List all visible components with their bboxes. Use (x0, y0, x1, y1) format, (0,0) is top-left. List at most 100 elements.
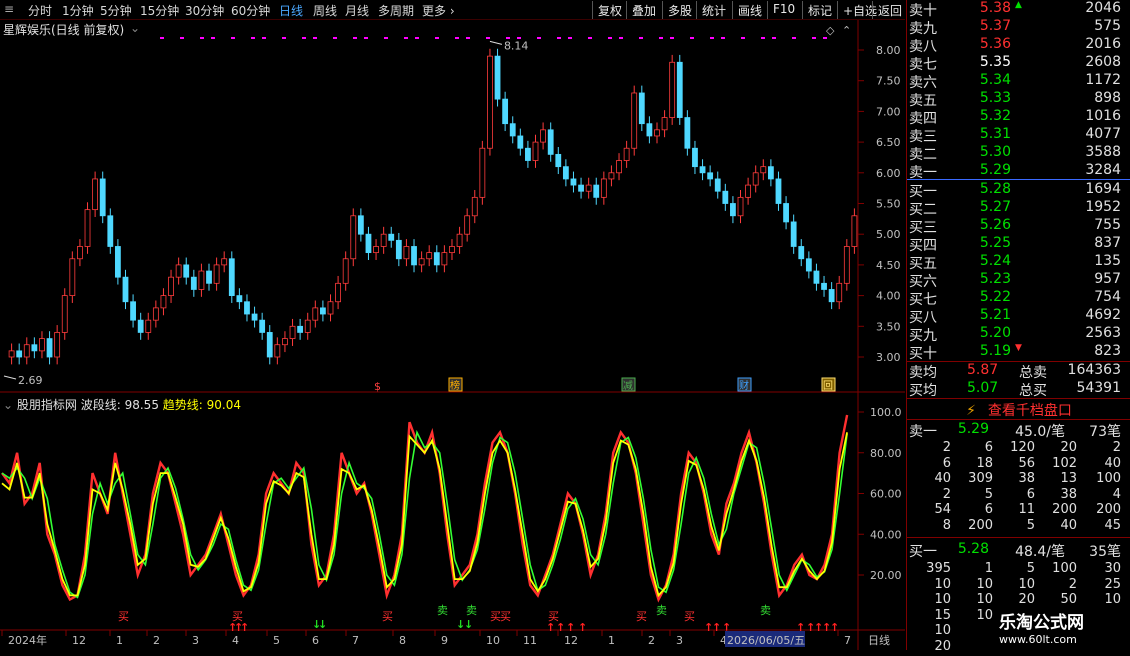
ask-row-2[interactable]: 卖八 5.36 2016 (907, 36, 1130, 55)
ask-row-1-volume: 575 (1094, 18, 1121, 34)
toolbar-button-6[interactable]: 标记 (802, 1, 837, 19)
candle-body (266, 332, 273, 358)
signal-dot (455, 37, 459, 39)
candle-body (464, 215, 471, 235)
ask-row-5-volume: 898 (1094, 90, 1121, 106)
candle-body (585, 184, 592, 192)
ask-row-8[interactable]: 卖二 5.30 3588 (907, 144, 1130, 163)
ask-row-4[interactable]: 卖六 5.34 1172 (907, 72, 1130, 91)
ind-tick-label: 20.00 (870, 569, 902, 582)
candle-body (767, 166, 774, 180)
period-tab-4[interactable]: 30分钟 (185, 2, 224, 19)
candle-body (403, 246, 410, 260)
ask-row-0[interactable]: 卖十 5.38 2046 ▲ (907, 0, 1130, 19)
buy-detail-row-2: 10 10 20 50 10 (907, 592, 1130, 609)
period-tab-9[interactable]: 多周期 (378, 2, 414, 19)
bid-row-5[interactable]: 买六 5.23 957 (907, 271, 1130, 290)
period-tab-8[interactable]: 月线 (345, 2, 369, 19)
candle-body (692, 147, 698, 168)
bid-row-6[interactable]: 买七 5.22 754 (907, 289, 1130, 308)
up-flag-icon: ▲ (1015, 0, 1022, 10)
indicator-dropdown-icon[interactable]: ⌄ (3, 398, 17, 412)
buy-signal-7: 买 (684, 610, 695, 623)
period-tab-7[interactable]: 周线 (313, 2, 337, 19)
time-label-6: 5 (273, 634, 280, 647)
signal-dot (619, 37, 623, 39)
toolbar-button-3[interactable]: 统计 (696, 1, 731, 19)
up-arrow-5: ↑ (566, 621, 575, 634)
buy-detail-cell: 20 (934, 638, 951, 654)
toolbar-button-5[interactable]: F10 (767, 1, 800, 19)
candle-body (532, 141, 539, 161)
price-tick-label: 3.00 (876, 351, 901, 364)
bid-row-7[interactable]: 买八 5.21 4692 (907, 307, 1130, 326)
period-tab-1[interactable]: 1分钟 (62, 2, 94, 19)
bid-row-1[interactable]: 买二 5.27 1952 (907, 199, 1130, 218)
chart-area[interactable]: 8.00 7.50 7.00 6.50 6.00 5.50 5.00 4.50 4.00 3.50… (0, 20, 905, 650)
time-label-18: 2026/06/05/五 (727, 634, 805, 647)
bid-row-9[interactable]: 买十 5.19 823 ▼ (907, 343, 1130, 362)
chart-title: 星辉娱乐(日线 前复权) (3, 23, 125, 37)
bid-row-4-volume: 135 (1094, 253, 1121, 269)
toolbar-button-0[interactable]: 复权 (592, 1, 627, 19)
toolbar-button-4[interactable]: 画线 (732, 1, 767, 19)
bid-row-0[interactable]: 买一 5.28 1694 (907, 181, 1130, 200)
candle-body (259, 319, 266, 333)
period-tab-5[interactable]: 60分钟 (231, 2, 270, 19)
candle-body (699, 166, 706, 174)
time-label-13: 12 (564, 634, 578, 647)
ask-row-7[interactable]: 卖三 5.31 4077 (907, 126, 1130, 145)
candle-body (365, 233, 372, 254)
signal-dot (690, 37, 694, 39)
up-arrow-6: ↑ (578, 621, 587, 634)
signal-dot (670, 37, 674, 39)
buy-detail-row-1: 10 10 10 2 25 (907, 577, 1130, 594)
bid-row-3[interactable]: 买四 5.25 837 (907, 235, 1130, 254)
period-tab-10[interactable]: 更多 › (422, 2, 455, 19)
bid-row-1-volume: 1952 (1085, 199, 1121, 215)
candle-body (517, 135, 524, 149)
avg-sell-row-total: 164363 (1067, 362, 1121, 378)
ask-row-4-volume: 1172 (1085, 72, 1121, 88)
bid-row-8[interactable]: 买九 5.20 2563 (907, 325, 1130, 344)
toolbar-button-2[interactable]: 多股 (662, 1, 697, 19)
period-tab-6[interactable]: 日线 (279, 2, 303, 19)
ask-row-1[interactable]: 卖九 5.37 575 (907, 18, 1130, 37)
time-label-3: 2 (153, 634, 160, 647)
ask-row-5[interactable]: 卖五 5.33 898 (907, 90, 1130, 109)
ask-row-6[interactable]: 卖四 5.32 1016 (907, 108, 1130, 127)
candle-body (411, 246, 417, 266)
candle-body (357, 215, 364, 235)
period-tab-2[interactable]: 5分钟 (100, 2, 132, 19)
toolbar-button-1[interactable]: 叠加 (626, 1, 661, 19)
candle-body (31, 344, 38, 352)
signal-dot (262, 37, 266, 39)
candle-body (730, 203, 736, 217)
candle-body (77, 246, 83, 260)
period-tab-3[interactable]: 15分钟 (140, 2, 179, 19)
sell-detail-cell: 40 (1104, 455, 1121, 471)
time-label-5: 4 (232, 634, 239, 647)
watermark: 乐淘公式网 www.60lt.com (995, 608, 1130, 650)
signal-dot (200, 37, 204, 39)
ask-row-9[interactable]: 卖一 5.29 3284 (907, 162, 1130, 181)
menu-icon[interactable]: ≡ (4, 2, 14, 16)
low-label: 2.69 (18, 374, 43, 387)
candle-body (373, 246, 379, 254)
bid-row-2[interactable]: 买三 5.26 755 (907, 217, 1130, 236)
candle-body (380, 233, 387, 247)
candle-body (23, 344, 30, 358)
view-depth-button[interactable]: ⚡ 查看千档盘口 (907, 400, 1130, 419)
bid-row-4[interactable]: 买五 5.24 135 (907, 253, 1130, 272)
candle-body (282, 338, 288, 346)
candle-body (570, 178, 577, 186)
ask-row-3[interactable]: 卖七 5.35 2608 (907, 54, 1130, 73)
sell-detail-cell: 100 (1096, 471, 1121, 486)
period-tab-0[interactable]: 分时 (28, 2, 52, 19)
ask-row-6-volume: 1016 (1085, 108, 1121, 124)
kline-chart-svg[interactable]: 8.00 7.50 7.00 6.50 6.00 5.50 5.00 4.50 4.00 3.50… (0, 20, 905, 650)
sell-detail-row-2: 40 309 38 13 100 (907, 471, 1130, 488)
title-dropdown-icon[interactable]: ⌄ (130, 21, 140, 35)
toolbar-button-8[interactable]: 返回 (872, 1, 907, 19)
trend-line (1, 432, 848, 598)
